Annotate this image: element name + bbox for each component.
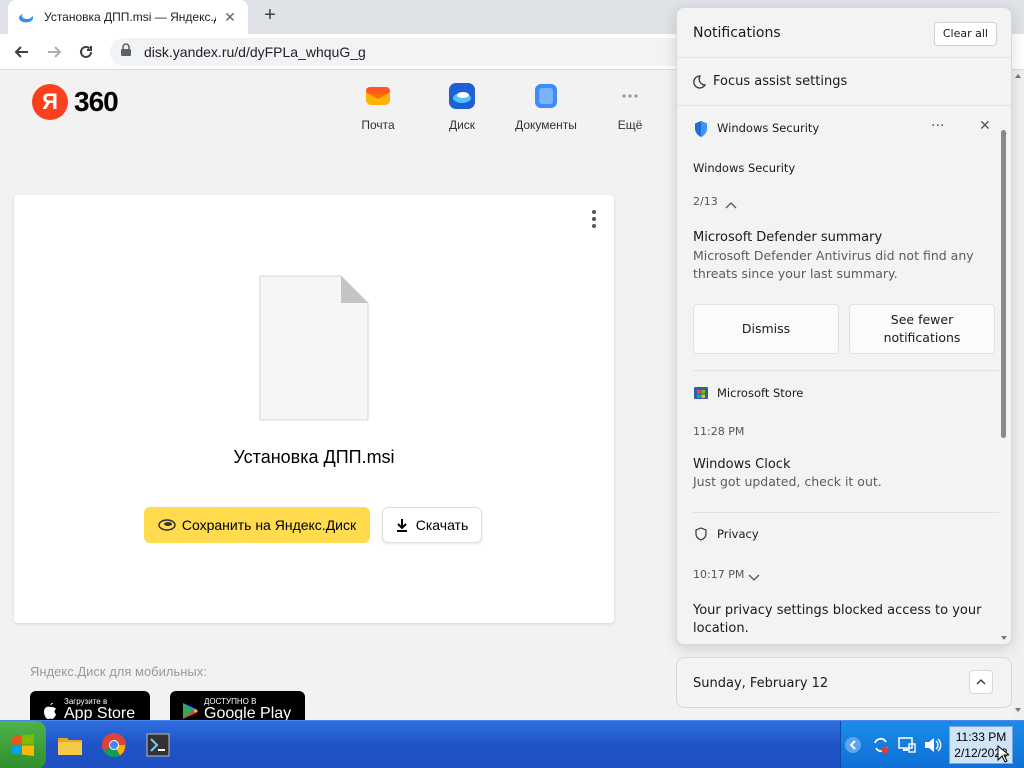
see-fewer-label-line-2: notifications (883, 330, 961, 345)
notification-title: Windows Clock (693, 457, 791, 472)
notification-body-line-1: Microsoft Defender Antivirus did not fin… (693, 248, 974, 263)
download-icon (396, 518, 408, 532)
notifications-title: Notifications (693, 25, 781, 41)
notification-title-line-1: Your privacy settings blocked access to … (693, 603, 982, 618)
chevron-up-icon (976, 678, 986, 686)
notification-body: Just got updated, check it out. (693, 474, 882, 489)
microsoft-store-icon (694, 384, 708, 403)
google-play-text: Google Play (204, 705, 292, 720)
notification-time: 10:17 PM (693, 568, 745, 581)
chevron-up-icon[interactable] (725, 195, 737, 214)
notification-counter: 2/13 (693, 195, 718, 208)
service-more[interactable]: Ещё (590, 82, 670, 134)
disk-icon (448, 82, 476, 110)
notification-time: 11:28 PM (693, 425, 745, 438)
notification-body-line-2: threats since your last summary. (693, 266, 898, 281)
lock-icon[interactable] (120, 42, 132, 62)
reload-icon[interactable] (74, 40, 98, 64)
mobile-apps-label: Яндекс.Диск для мобильных: (30, 664, 207, 679)
focus-assist-label: Focus assist settings (713, 74, 848, 89)
notification-header: Notifications Clear all (677, 8, 1011, 58)
show-hidden-icons-chevron-icon[interactable] (843, 735, 863, 755)
shield-icon (693, 120, 709, 142)
chevron-down-icon[interactable] (748, 568, 760, 587)
see-fewer-label-line-1: See fewer (890, 312, 954, 327)
calendar-date: Sunday, February 12 (693, 676, 829, 691)
start-button[interactable] (0, 721, 46, 768)
service-more-label: Ещё (617, 118, 643, 132)
google-play-badge[interactable]: ДОСТУПНО В Google Play (170, 691, 305, 720)
service-mail[interactable]: Почта (338, 82, 418, 134)
tab-title: Установка ДПП.msi — Яндекс.Д (44, 10, 216, 24)
more-icon (616, 82, 644, 110)
notification-group-subtitle: Windows Security (693, 161, 796, 175)
tab-close-icon[interactable]: ✕ (222, 9, 238, 26)
notification-list: Windows Security ··· ✕ Windows Security … (677, 106, 1011, 644)
network-icon[interactable] (897, 735, 917, 755)
service-documents[interactable]: Документы (506, 82, 586, 134)
forward-arrow-icon[interactable] (42, 40, 66, 64)
terminal-app-icon[interactable] (142, 729, 174, 761)
notification-app-name: Microsoft Store (717, 386, 804, 400)
clear-all-button[interactable]: Clear all (933, 22, 997, 46)
notification-center: Notifications Clear all Focus assist set… (676, 7, 1012, 645)
documents-icon (532, 82, 560, 110)
file-explorer-icon[interactable] (54, 729, 86, 761)
kebab-menu-icon[interactable] (590, 209, 598, 229)
focus-assist-settings-link[interactable]: Focus assist settings (677, 58, 1011, 106)
clock-time: 11:33 PM (955, 730, 1007, 744)
mouse-cursor-icon (997, 744, 1011, 768)
see-fewer-notifications-button[interactable]: See fewer notifications (849, 304, 995, 354)
notification-scrollbar-thumb[interactable] (1001, 130, 1006, 438)
privacy-shield-icon (695, 526, 707, 545)
logo-360-text: 360 (74, 86, 119, 117)
url-text: disk.yandex.ru/d/dyFPLa_whquG_g (144, 44, 366, 60)
apple-logo-icon (40, 701, 60, 720)
file-name: Установка ДПП.msi (233, 447, 395, 467)
dismiss-button[interactable]: Dismiss (693, 304, 839, 354)
taskbar: 11:33 PM 2/12/2023 (0, 720, 1024, 768)
download-button[interactable]: Скачать (382, 507, 482, 543)
browser-tab[interactable]: Установка ДПП.msi — Яндекс.Д ✕ (8, 0, 248, 34)
new-tab-icon[interactable]: + (258, 4, 282, 28)
group-divider (693, 512, 999, 513)
more-options-icon[interactable]: ··· (931, 118, 944, 134)
yandex-disk-favicon-icon (18, 9, 34, 25)
mail-icon (364, 82, 392, 110)
download-label: Скачать (415, 517, 469, 533)
app-store-text: App Store (64, 705, 136, 720)
focus-assist-icon (691, 74, 707, 90)
calendar-expand-button[interactable] (969, 670, 993, 694)
service-documents-label: Документы (515, 118, 577, 132)
chrome-icon[interactable] (98, 729, 130, 761)
save-to-disk-button[interactable]: Сохранить на Яндекс.Диск (144, 507, 370, 543)
notification-title-line-2: location. (693, 621, 749, 636)
app-store-badge[interactable]: Загрузите в App Store (30, 691, 150, 720)
calendar-flyout: Sunday, February 12 (676, 657, 1012, 708)
group-divider (693, 370, 999, 371)
service-mail-label: Почта (361, 118, 395, 132)
file-document-icon (259, 275, 369, 421)
back-arrow-icon[interactable] (10, 40, 34, 64)
google-play-icon (180, 701, 200, 720)
yandex-360-logo[interactable]: Я 360 (32, 84, 119, 120)
save-to-disk-label: Сохранить на Яндекс.Диск (181, 517, 357, 533)
volume-icon[interactable] (923, 735, 943, 755)
windows-logo-icon (11, 734, 35, 756)
notification-app-name: Privacy (717, 527, 759, 541)
yandex-logo-circle: Я (32, 84, 68, 120)
service-disk-label: Диск (448, 118, 476, 132)
notification-app-name: Windows Security (717, 121, 820, 135)
sync-icon[interactable] (871, 735, 891, 755)
disk-logo-icon (158, 519, 176, 531)
service-disk[interactable]: Диск (422, 82, 502, 134)
system-tray: 11:33 PM 2/12/2023 (840, 721, 1024, 768)
close-icon[interactable]: ✕ (979, 118, 991, 134)
file-card: Установка ДПП.msi Сохранить на Яндекс.Ди… (14, 195, 614, 623)
notification-title: Microsoft Defender summary (693, 230, 883, 245)
page-scrollbar[interactable] (1012, 70, 1024, 720)
